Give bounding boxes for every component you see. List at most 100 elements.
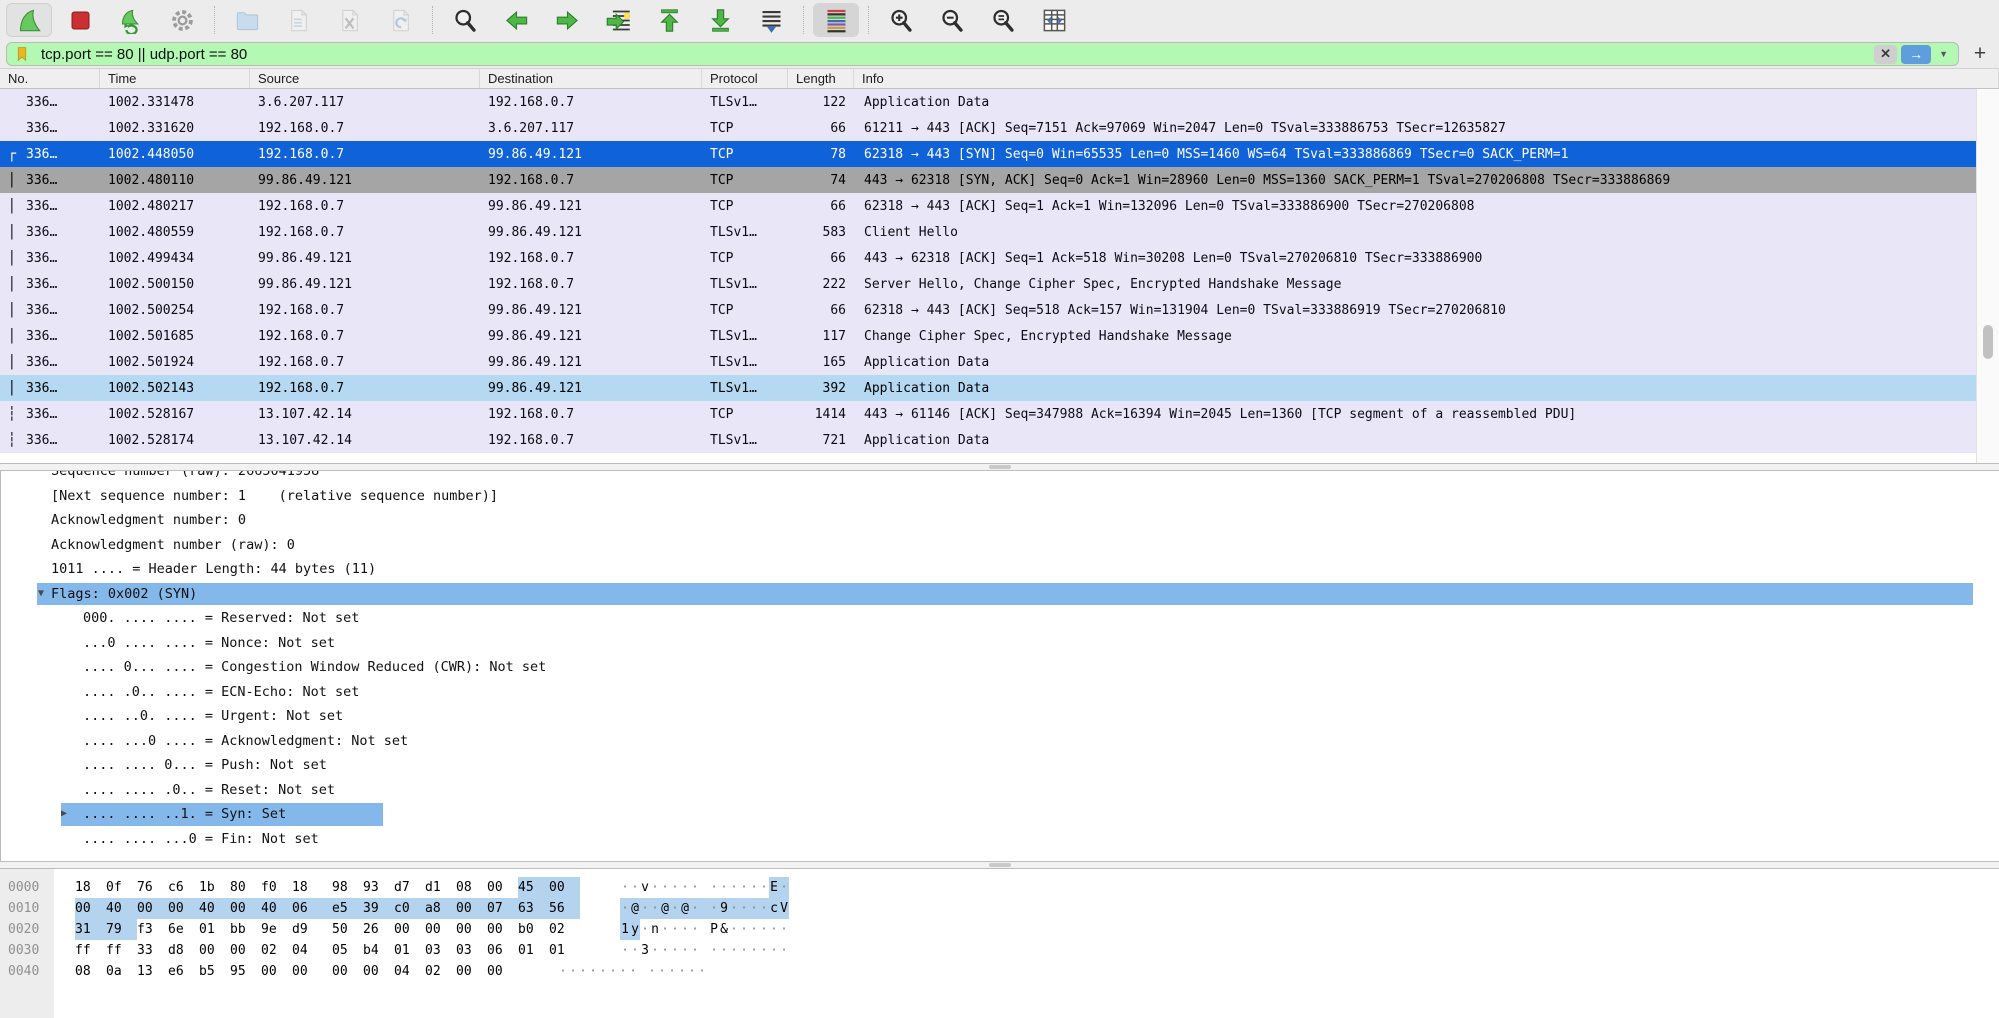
go-back-button[interactable] — [493, 3, 539, 37]
hex-bytes[interactable]: 180f76c61b80f0189893d7d108004500 — [75, 880, 580, 895]
detail-tree-row[interactable]: .... ...0 .... = Acknowledgment: Not set — [1, 729, 1999, 754]
detail-tree-row[interactable]: Sequence number (raw): 2665041958 — [1, 471, 1999, 484]
go-to-bottom-button[interactable] — [697, 3, 743, 37]
hex-bytes[interactable]: 080a13e6b5950000000004020000 — [75, 964, 518, 979]
detail-tree-row[interactable]: .... .... .0.. = Reset: Not set — [1, 778, 1999, 803]
detail-tree-row[interactable]: Acknowledgment number (raw): 0 — [1, 533, 1999, 558]
colorize-packets-button[interactable] — [813, 3, 859, 37]
filter-dropdown-caret[interactable]: ▼ — [1939, 49, 1948, 59]
resize-columns-button[interactable] — [1031, 3, 1077, 37]
packet-row[interactable]: ┆336…1002.52816713.107.42.14192.168.0.7T… — [0, 401, 1976, 427]
hex-bytes[interactable]: 0040000040004006e539c0a800076356 — [75, 901, 580, 916]
hex-offset: 0000 — [0, 877, 54, 898]
column-header-protocol[interactable]: Protocol — [702, 69, 788, 88]
hex-ascii[interactable]: ··3····· ········ — [620, 943, 789, 958]
filter-apply-button[interactable]: → — [1901, 45, 1931, 64]
go-to-top-button[interactable] — [646, 3, 692, 37]
list-detail-splitter[interactable] — [0, 463, 1999, 471]
start-capture-button[interactable] — [6, 3, 52, 37]
hex-dump-row[interactable]: 0000 180f76c61b80f0189893d7d108004500 ··v·… — [0, 877, 1999, 898]
cell-no: 336… — [24, 121, 100, 136]
detail-tree-row[interactable]: Acknowledgment number: 0 — [1, 508, 1999, 533]
zoom-out-button[interactable] — [929, 3, 975, 37]
go-forward-button[interactable] — [544, 3, 590, 37]
detail-tree-row[interactable]: [Next sequence number: 1 (relative seque… — [1, 484, 1999, 509]
find-packet-button[interactable] — [442, 3, 488, 37]
add-filter-button-plus[interactable]: + — [1967, 42, 1993, 66]
zoom-in-button[interactable] — [878, 3, 924, 37]
detail-row-text: Sequence number (raw): 2665041958 — [1, 471, 319, 479]
detail-tree-row[interactable]: .... ..0. .... = Urgent: Not set — [1, 704, 1999, 729]
filter-clear-button[interactable]: ✕ — [1874, 45, 1897, 64]
column-header-source[interactable]: Source — [250, 69, 480, 88]
packet-row[interactable]: 336…1002.3314783.6.207.117192.168.0.7TLS… — [0, 89, 1976, 115]
hex-offset: 0020 — [0, 919, 54, 940]
hex-bytes[interactable]: ffff33d80000020405b4010303060101 — [75, 943, 580, 958]
packet-row[interactable]: │336…1002.50015099.86.49.121192.168.0.7T… — [0, 271, 1976, 297]
cell-protocol: TCP — [702, 121, 788, 136]
bookmark-icon[interactable] — [13, 45, 31, 63]
cell-time: 1002.480559 — [100, 225, 250, 240]
cell-no: 336… — [24, 433, 100, 448]
hex-dump-row[interactable]: 0020 3179f36e01bb9ed9502600000000b002 1y·n… — [0, 919, 1999, 940]
detail-tree-row[interactable]: .... .0.. .... = ECN-Echo: Not set — [1, 680, 1999, 705]
packet-row[interactable]: ┌336…1002.448050192.168.0.799.86.49.121T… — [0, 141, 1976, 167]
display-filter-input[interactable] — [31, 46, 1870, 63]
packet-row[interactable]: 336…1002.331620192.168.0.73.6.207.117TCP… — [0, 115, 1976, 141]
detail-tree-row[interactable]: 000. .... .... = Reserved: Not set — [1, 606, 1999, 631]
detail-tree-row[interactable]: 1011 .... = Header Length: 44 bytes (11) — [1, 557, 1999, 582]
detail-tree-row[interactable]: ▼Flags: 0x002 (SYN) — [1, 582, 1999, 607]
magnifier-icon — [452, 7, 479, 34]
display-filter-field[interactable]: ✕ → ▼ — [6, 42, 1959, 66]
packet-list-scrollbar[interactable] — [1976, 89, 1999, 463]
hex-dump-row[interactable]: 00100040000040004006e539c0a800076356·@··… — [0, 898, 1999, 919]
packet-row[interactable]: │336…1002.501924192.168.0.799.86.49.121T… — [0, 349, 1976, 375]
packet-row[interactable]: │336…1002.48011099.86.49.121192.168.0.7T… — [0, 167, 1976, 193]
splitter-handle[interactable] — [989, 863, 1011, 867]
column-header-no[interactable]: No. — [0, 69, 100, 88]
packet-row[interactable]: │336…1002.500254192.168.0.799.86.49.121T… — [0, 297, 1976, 323]
detail-tree-row[interactable]: ▶.... .... ..1. = Syn: Set — [1, 802, 1999, 827]
column-header-info[interactable]: Info — [854, 69, 1999, 88]
cell-source: 13.107.42.14 — [250, 433, 480, 448]
capture-options-button[interactable] — [159, 3, 205, 37]
column-header-destination[interactable]: Destination — [480, 69, 702, 88]
cell-length: 222 — [788, 277, 854, 292]
detail-row-text: .... .... ..1. = Syn: Set — [1, 806, 286, 822]
packet-row[interactable]: │336…1002.480217192.168.0.799.86.49.121T… — [0, 193, 1976, 219]
hex-ascii[interactable]: ··v····· ······E· — [620, 880, 789, 895]
packet-row[interactable]: │336…1002.480559192.168.0.799.86.49.121T… — [0, 219, 1976, 245]
hex-dump-row[interactable]: 0030ffff33d80000020405b4010303060101··3·… — [0, 940, 1999, 961]
auto-scroll-button[interactable] — [748, 3, 794, 37]
stop-capture-button[interactable] — [57, 3, 103, 37]
packet-row[interactable]: ┆336…1002.52817413.107.42.14192.168.0.7T… — [0, 427, 1976, 453]
splitter-handle[interactable] — [989, 465, 1011, 469]
hex-ascii[interactable]: 1y·n···· P&······ — [620, 922, 789, 937]
arrow-right-icon — [554, 7, 581, 34]
cell-protocol: TCP — [702, 303, 788, 318]
detail-tree-row[interactable]: .... 0... .... = Congestion Window Reduc… — [1, 655, 1999, 680]
detail-tree-row[interactable]: .... .... ...0 = Fin: Not set — [1, 827, 1999, 852]
hex-ascii[interactable]: ········ ······ — [558, 964, 707, 979]
column-header-length[interactable]: Length — [788, 69, 854, 88]
hex-bytes[interactable]: 3179f36e01bb9ed9502600000000b002 — [75, 922, 580, 937]
expander-closed-icon[interactable]: ▶ — [61, 802, 67, 827]
packet-row[interactable]: │336…1002.49943499.86.49.121192.168.0.7T… — [0, 245, 1976, 271]
zoom-reset-button[interactable] — [980, 3, 1026, 37]
hex-ascii[interactable]: ·@··@·@· ·9····cV — [620, 901, 789, 916]
detail-tree-row[interactable]: .... .... 0... = Push: Not set — [1, 753, 1999, 778]
cell-destination: 99.86.49.121 — [480, 147, 702, 162]
packet-row[interactable]: │336…1002.501685192.168.0.799.86.49.121T… — [0, 323, 1976, 349]
conversation-gutter-mark: │ — [0, 172, 24, 188]
scrollbar-thumb[interactable] — [1983, 325, 1993, 359]
go-to-packet-button[interactable] — [595, 3, 641, 37]
reload-file-icon — [387, 7, 414, 34]
detail-tree-row[interactable]: ...0 .... .... = Nonce: Not set — [1, 631, 1999, 656]
hex-dump-row[interactable]: 0040080a13e6b5950000000004020000········… — [0, 961, 1999, 982]
detail-hex-splitter[interactable] — [0, 861, 1999, 869]
packet-row[interactable]: │336…1002.502143192.168.0.799.86.49.121T… — [0, 375, 1976, 401]
expander-open-icon[interactable]: ▼ — [38, 582, 44, 607]
cell-source: 192.168.0.7 — [250, 381, 480, 396]
restart-capture-button[interactable] — [108, 3, 154, 37]
column-header-time[interactable]: Time — [100, 69, 250, 88]
